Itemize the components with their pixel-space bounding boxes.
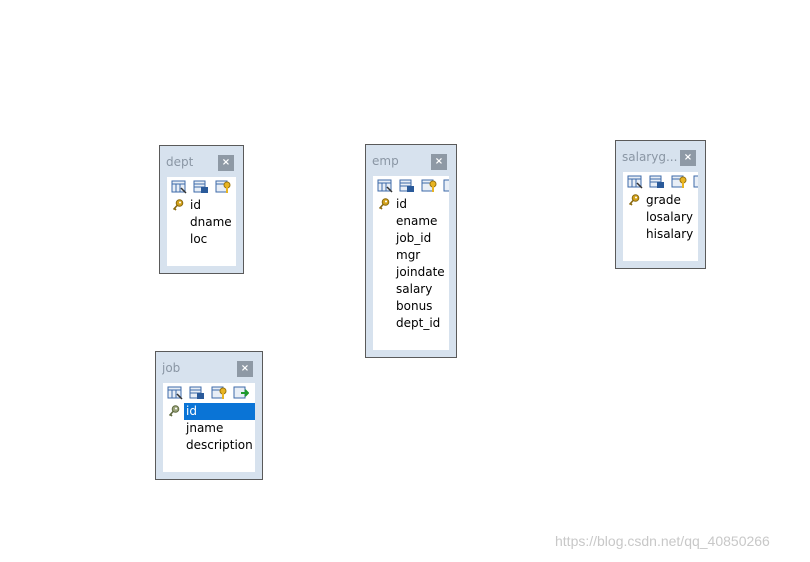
close-button[interactable]: × bbox=[680, 150, 696, 166]
table-job[interactable]: job × id jname description bbox=[155, 351, 263, 480]
field-name: bonus bbox=[396, 299, 433, 313]
view-data-icon[interactable] bbox=[649, 175, 665, 189]
field-row[interactable]: jname bbox=[163, 420, 255, 437]
table-dept[interactable]: dept × id dname loc bbox=[159, 145, 244, 274]
design-table-icon[interactable] bbox=[627, 175, 643, 189]
field-name: dept_id bbox=[396, 316, 441, 330]
add-field-icon[interactable] bbox=[443, 179, 449, 193]
design-table-icon[interactable] bbox=[171, 180, 187, 194]
field-list: id ename job_id mgr joindate salary bonu… bbox=[373, 196, 449, 332]
field-name: description bbox=[186, 438, 253, 452]
design-table-icon[interactable] bbox=[377, 179, 393, 193]
field-name: mgr bbox=[396, 248, 421, 262]
table-toolbar bbox=[167, 177, 236, 197]
field-row[interactable]: job_id bbox=[373, 230, 449, 247]
field-row[interactable]: bonus bbox=[373, 298, 449, 315]
view-data-icon[interactable] bbox=[399, 179, 415, 193]
field-row[interactable]: losalary bbox=[623, 209, 698, 226]
table-emp[interactable]: emp × id ename job_id mgr joindate salar… bbox=[365, 144, 457, 358]
keys-icon[interactable] bbox=[671, 175, 687, 189]
table-title: job bbox=[162, 361, 181, 375]
field-row[interactable]: ename bbox=[373, 213, 449, 230]
table-title: emp bbox=[372, 154, 399, 168]
field-name: grade bbox=[646, 193, 681, 207]
field-name: hisalary bbox=[646, 227, 694, 241]
table-title: dept bbox=[166, 155, 194, 169]
field-row-selected[interactable]: id bbox=[163, 403, 255, 420]
table-body: id ename job_id mgr joindate salary bonu… bbox=[373, 176, 449, 350]
field-name: losalary bbox=[646, 210, 694, 224]
field-name: id bbox=[190, 198, 201, 212]
watermark: https://blog.csdn.net/qq_40850266 bbox=[555, 533, 770, 549]
field-row[interactable]: hisalary bbox=[623, 226, 698, 243]
field-name: id bbox=[184, 403, 255, 420]
key-icon bbox=[168, 405, 180, 417]
table-toolbar bbox=[163, 383, 255, 403]
field-list: grade losalary hisalary bbox=[623, 192, 698, 243]
field-name: dname bbox=[190, 215, 232, 229]
keys-icon[interactable] bbox=[215, 180, 231, 194]
field-row[interactable]: dept_id bbox=[373, 315, 449, 332]
table-body: id jname description bbox=[163, 383, 255, 472]
design-table-icon[interactable] bbox=[167, 386, 183, 400]
field-row[interactable]: id bbox=[167, 197, 236, 214]
field-name: loc bbox=[190, 232, 208, 246]
field-name: salary bbox=[396, 282, 433, 296]
table-salarygrade[interactable]: salaryg... × grade losalary hisalary bbox=[615, 140, 706, 269]
field-name: joindate bbox=[396, 265, 445, 279]
close-button[interactable]: × bbox=[237, 361, 253, 377]
table-toolbar bbox=[373, 176, 449, 196]
field-row[interactable]: id bbox=[373, 196, 449, 213]
field-list: id dname loc bbox=[167, 197, 236, 248]
close-button[interactable]: × bbox=[431, 154, 447, 170]
add-field-icon[interactable] bbox=[233, 386, 249, 400]
table-body: grade losalary hisalary bbox=[623, 172, 698, 261]
field-row[interactable]: dname bbox=[167, 214, 236, 231]
field-name: id bbox=[396, 197, 407, 211]
key-icon bbox=[172, 199, 184, 211]
close-button[interactable]: × bbox=[218, 155, 234, 171]
view-data-icon[interactable] bbox=[193, 180, 209, 194]
table-body: id dname loc bbox=[167, 177, 236, 266]
table-title: salaryg... bbox=[622, 150, 678, 164]
field-row[interactable]: joindate bbox=[373, 264, 449, 281]
field-name: job_id bbox=[396, 231, 432, 245]
field-row[interactable]: description bbox=[163, 437, 255, 454]
add-field-icon[interactable] bbox=[693, 175, 698, 189]
field-row[interactable]: loc bbox=[167, 231, 236, 248]
keys-icon[interactable] bbox=[211, 386, 227, 400]
field-row[interactable]: mgr bbox=[373, 247, 449, 264]
field-row[interactable]: grade bbox=[623, 192, 698, 209]
key-icon bbox=[628, 194, 640, 206]
field-name: jname bbox=[186, 421, 224, 435]
key-icon bbox=[378, 198, 390, 210]
field-name: ename bbox=[396, 214, 438, 228]
table-toolbar bbox=[623, 172, 698, 192]
keys-icon[interactable] bbox=[421, 179, 437, 193]
field-list: id jname description bbox=[163, 403, 255, 454]
view-data-icon[interactable] bbox=[189, 386, 205, 400]
field-row[interactable]: salary bbox=[373, 281, 449, 298]
